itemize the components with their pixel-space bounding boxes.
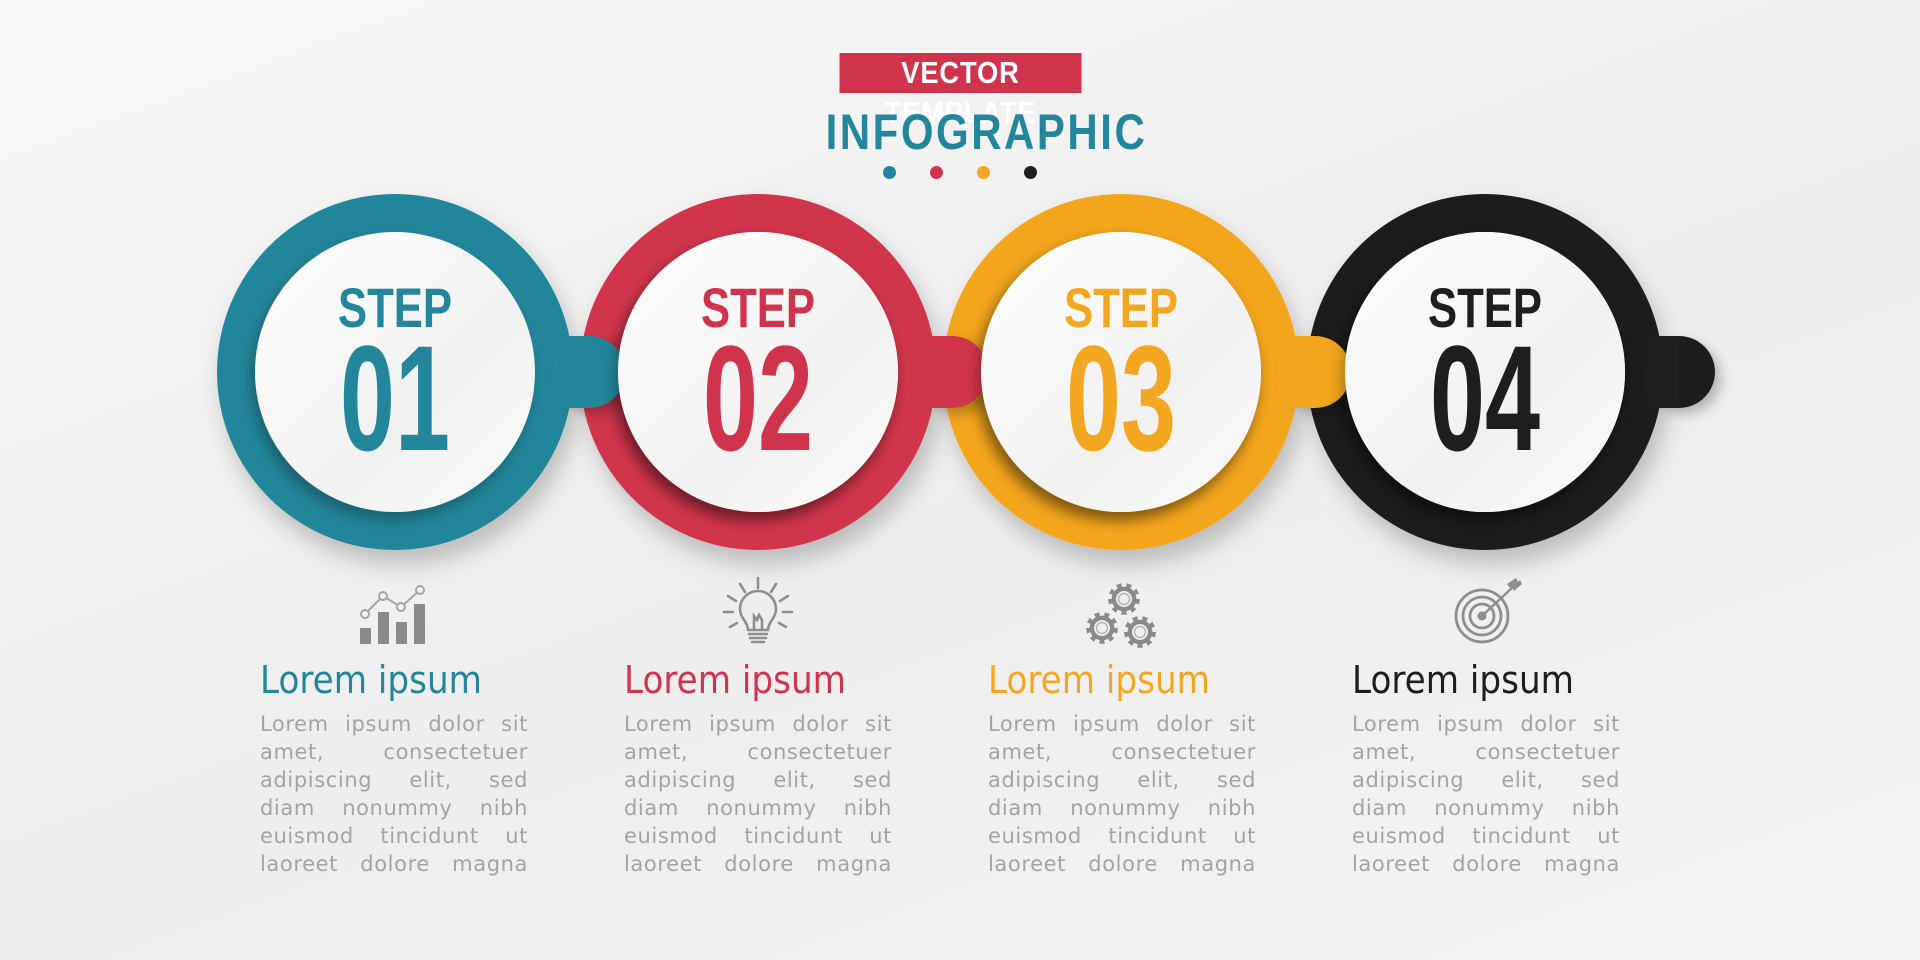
gear-inner-ring xyxy=(1117,592,1131,606)
body-line: amet, consectetuer xyxy=(624,740,892,764)
gear-shape xyxy=(1086,612,1118,644)
gear-inner-ring xyxy=(1095,621,1109,635)
step-body: Lorem ipsum dolor sit amet, consectetuer… xyxy=(260,710,530,878)
step-connector-neck xyxy=(916,336,952,408)
gear-shape xyxy=(1124,616,1156,648)
step-number-overlay: 04 xyxy=(1430,314,1540,482)
step-number-overlay: 02 xyxy=(703,314,813,482)
gears-icon xyxy=(1086,583,1156,648)
step-title: Lorem ipsum xyxy=(988,658,1210,702)
gear-inner-ring xyxy=(1133,625,1147,639)
body-line: laoreet dolore magna xyxy=(988,852,1256,876)
body-line: adipiscing elit, sed xyxy=(624,768,892,792)
step-title: Lorem ipsum xyxy=(624,658,846,702)
step-number-overlay: 03 xyxy=(1066,314,1176,482)
bar-chart-icon xyxy=(360,585,425,644)
body-line: diam nonummy nibh xyxy=(624,796,892,820)
body-line: Lorem ipsum dolor sit xyxy=(988,712,1256,736)
body-line: euismod tincidunt ut xyxy=(624,824,892,848)
body-line: diam nonummy nibh xyxy=(1352,796,1620,820)
step-body: Lorem ipsum dolor sit amet, consectetuer… xyxy=(624,710,894,878)
step-connector-neck xyxy=(1643,336,1679,408)
body-line: amet, consectetuer xyxy=(1352,740,1620,764)
body-line: diam nonummy nibh xyxy=(988,796,1256,820)
step-block-2: Lorem ipsum Lorem ipsum dolor sit amet, … xyxy=(624,658,894,878)
gear-shape xyxy=(1108,583,1140,615)
body-line: adipiscing elit, sed xyxy=(260,768,528,792)
step-connector-neck xyxy=(553,336,589,408)
step-body: Lorem ipsum dolor sit amet, consectetuer… xyxy=(1352,710,1622,878)
body-line: amet, consectetuer xyxy=(260,740,528,764)
body-line: amet, consectetuer xyxy=(988,740,1256,764)
body-line: euismod tincidunt ut xyxy=(1352,824,1620,848)
step-circle-1: STEP01 xyxy=(217,194,573,550)
step-title: Lorem ipsum xyxy=(1352,658,1574,702)
step-block-3: Lorem ipsum Lorem ipsum dolor sit amet, … xyxy=(988,658,1258,878)
step-number: 01 xyxy=(340,314,450,482)
body-line: adipiscing elit, sed xyxy=(1352,768,1620,792)
target-icon xyxy=(1454,578,1522,644)
step-title: Lorem ipsum xyxy=(260,658,482,702)
body-line: euismod tincidunt ut xyxy=(260,824,528,848)
body-line: Lorem ipsum dolor sit xyxy=(260,712,528,736)
step-body: Lorem ipsum dolor sit amet, consectetuer… xyxy=(988,710,1258,878)
step-block-4: Lorem ipsum Lorem ipsum dolor sit amet, … xyxy=(1352,658,1622,878)
body-line: Lorem ipsum dolor sit xyxy=(1352,712,1620,736)
lightbulb-icon xyxy=(722,576,794,644)
step-connector-neck xyxy=(1279,336,1315,408)
body-line: laoreet dolore magna xyxy=(1352,852,1620,876)
step-block-1: Lorem ipsum Lorem ipsum dolor sit amet, … xyxy=(260,658,530,878)
body-line: diam nonummy nibh xyxy=(260,796,528,820)
body-line: euismod tincidunt ut xyxy=(988,824,1256,848)
body-line: adipiscing elit, sed xyxy=(988,768,1256,792)
body-line: laoreet dolore magna xyxy=(260,852,528,876)
body-line: laoreet dolore magna xyxy=(624,852,892,876)
body-line: Lorem ipsum dolor sit xyxy=(624,712,892,736)
